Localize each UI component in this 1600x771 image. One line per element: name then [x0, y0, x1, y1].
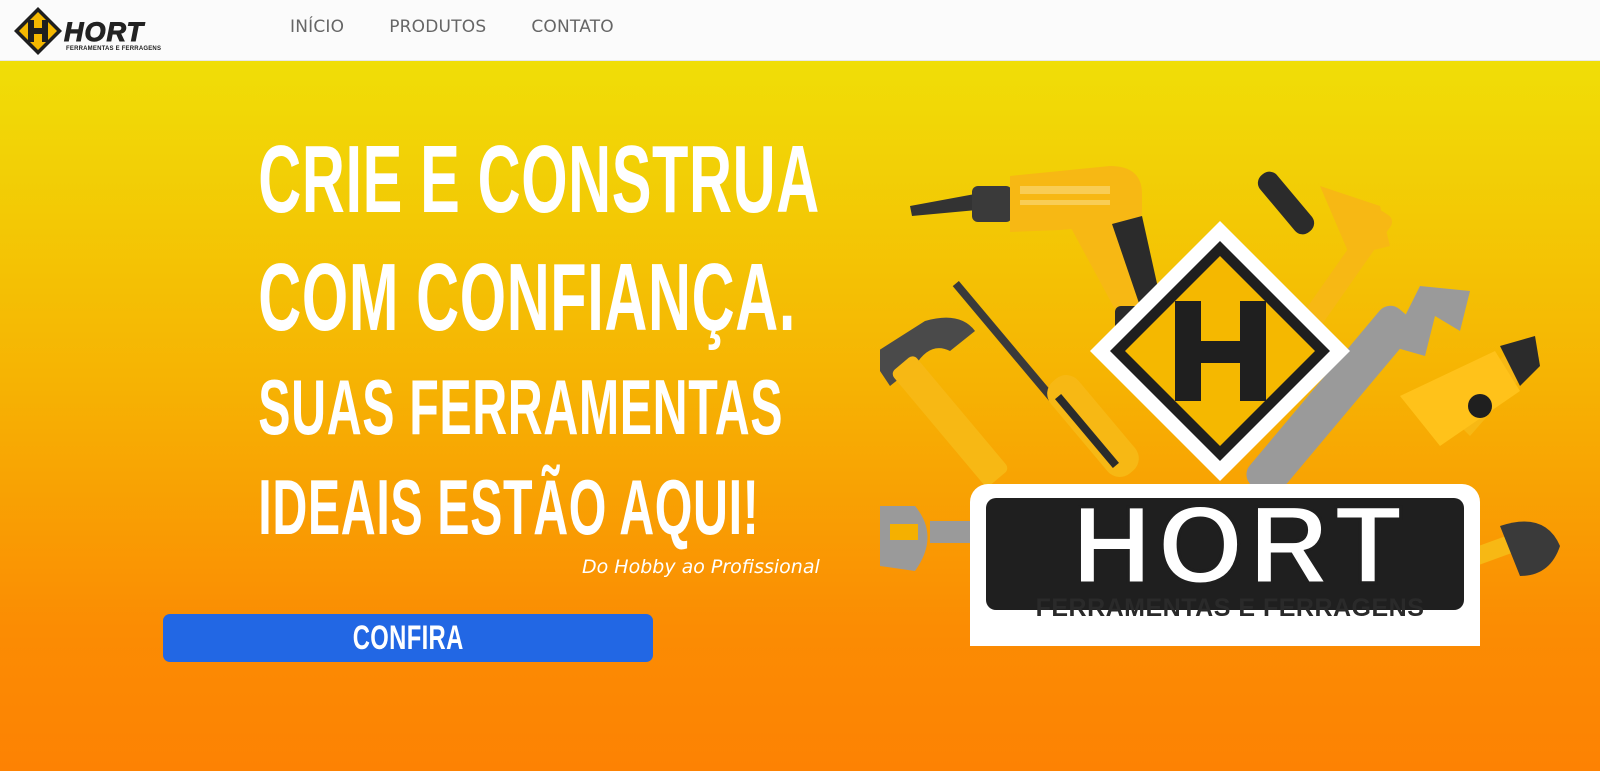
site-logo[interactable]: HORT FERRAMENTAS E FERRAGENS — [12, 5, 162, 57]
hero-heading: CRIE E CONSTRUA COM CONFIANÇA. SUAS FERR… — [150, 121, 820, 557]
hero-line-1: CRIE E CONSTRUA — [258, 126, 820, 233]
hero-tagline: Do Hobby ao Profissional — [582, 556, 820, 578]
brand-illustration: HORT FERRAMENTAS E FERRAGENS — [880, 106, 1570, 646]
logo-subtitle: FERRAMENTAS E FERRAGENS — [66, 46, 162, 52]
hero-section: CRIE E CONSTRUA COM CONFIANÇA. SUAS FERR… — [0, 61, 1600, 771]
brand-wordmark: HORT — [1071, 482, 1408, 608]
main-nav: INÍCIO PRODUTOS CONTATO — [290, 17, 614, 37]
navbar: HORT FERRAMENTAS E FERRAGENS INÍCIO PROD… — [0, 0, 1600, 61]
logo-wordmark: HORT — [63, 17, 145, 48]
confira-button-label: CONFIRA — [352, 618, 464, 657]
hero-line-3: SUAS FERRAMENTAS — [258, 363, 784, 451]
hero-line-4: IDEAIS ESTÃO AQUI! — [258, 463, 760, 551]
hero-line-2: COM CONFIANÇA. — [258, 244, 797, 351]
confira-button[interactable]: CONFIRA — [163, 614, 653, 662]
hammer-icon — [880, 317, 1008, 486]
brand-subtitle: FERRAMENTAS E FERRAGENS — [1035, 594, 1425, 622]
nav-link-contato[interactable]: CONTATO — [531, 17, 614, 37]
nav-link-produtos[interactable]: PRODUTOS — [389, 17, 486, 37]
nav-link-inicio[interactable]: INÍCIO — [290, 17, 344, 37]
logo-diamond-icon — [14, 7, 62, 55]
